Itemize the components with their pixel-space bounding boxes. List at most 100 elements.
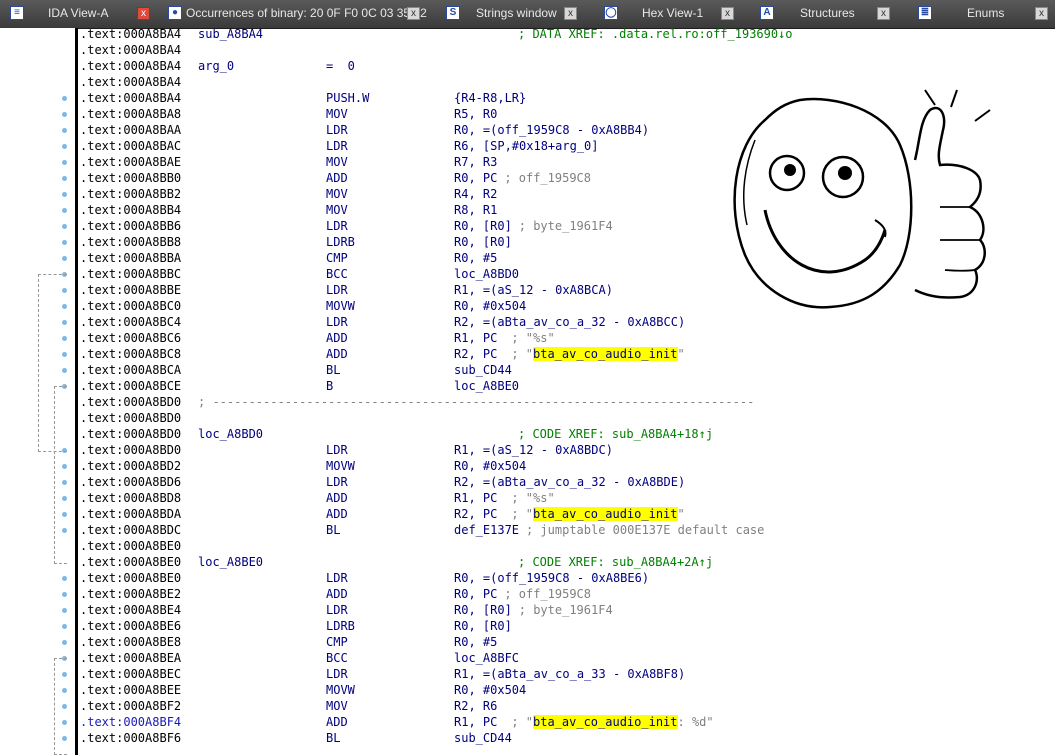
disasm-line[interactable]: .text:000A8BD0 [80, 410, 1040, 426]
disasm-line[interactable]: .text:000A8BC4 LDR R2, =(aBta_av_co_a_32 -… [80, 314, 1040, 330]
address: .text:000A8BA4 [80, 91, 182, 105]
breakpoint-dot[interactable] [62, 640, 67, 645]
disasm-line[interactable]: .text:000A8BC6 ADD R1, PC; "%s" [80, 330, 1040, 346]
highlighted-string: bta_av_co_audio_init [533, 715, 678, 729]
disasm-line[interactable]: .text:000A8BD8 ADD R1, PC; "%s" [80, 490, 1040, 506]
close-icon[interactable]: x [564, 7, 577, 20]
disasm-line[interactable]: .text:000A8BCA BL sub_CD44 [80, 362, 1040, 378]
hex-view-icon: ◯ [604, 6, 618, 20]
breakpoint-dot[interactable] [62, 576, 67, 581]
disasm-line[interactable]: .text:000A8BF6 BL sub_CD44 [80, 730, 1040, 746]
tab-hex-view-1[interactable]: ◯ Hex View-1 x [604, 3, 738, 25]
operands: sub_CD44 [454, 363, 512, 377]
disasm-line[interactable]: .text:000A8BE0 [80, 538, 1040, 554]
tab-label: Enums [967, 6, 1005, 20]
address: .text:000A8BE6 [80, 619, 182, 633]
disasm-line[interactable]: .text:000A8BDC BL def_E137E ; jumptable 000… [80, 522, 1040, 538]
comment-prefix: ; [511, 715, 526, 729]
disasm-line[interactable]: .text:000A8BD0 loc_A8BD0 ; CODE XREF: sub_… [80, 426, 1040, 442]
disasm-line[interactable]: .text:000A8BF4 ADD R1, PC; "bta_av_co_audi… [80, 714, 1040, 730]
disasm-line[interactable]: .text:000A8BE0 loc_A8BE0 ; CODE XREF: sub_… [80, 554, 1040, 570]
breakpoint-dot[interactable] [62, 256, 67, 261]
operands: R0, =(off_1959C8 - 0xA8BB4) [454, 123, 650, 137]
string-comment: ; "bta_av_co_audio_init: %d" [511, 714, 714, 730]
address: .text:000A8BC4 [80, 315, 182, 329]
address: .text:000A8BC6 [80, 331, 182, 345]
address: .text:000A8BCE [80, 379, 182, 393]
close-icon[interactable]: x [877, 7, 890, 20]
address: .text:000A8BD0 [80, 427, 182, 441]
mnemonic: ADD [326, 587, 348, 601]
auto-comment: ; byte_1961F4 [518, 219, 613, 233]
breakpoint-dot[interactable] [62, 224, 67, 229]
mnemonic: PUSH.W [326, 91, 370, 105]
disasm-line[interactable]: .text:000A8BD0 ; ------------------------… [80, 394, 1040, 410]
operands: R2, R6 [454, 699, 498, 713]
disasm-line[interactable]: .text:000A8BE0 LDR R0, =(off_1959C8 - 0xA8… [80, 570, 1040, 586]
mnemonic: BL [326, 523, 341, 537]
disasm-line[interactable]: .text:000A8BA4 sub_A8BA4 ; DATA XREF: .dat… [80, 26, 1040, 42]
tab-structures[interactable]: A Structures x [760, 3, 894, 25]
disasm-line[interactable]: .text:000A8BCE Bloc_A8BE0 [80, 378, 1040, 394]
disasm-line[interactable]: .text:000A8BD0 LDR R1, =(aS_12 - 0xA8BDC) [80, 442, 1040, 458]
operands: R1, =(aS_12 - 0xA8BDC) [454, 443, 613, 457]
disasm-line[interactable]: .text:000A8BD2 MOVW R0, #0x504 [80, 458, 1040, 474]
tab-label: Structures [800, 6, 855, 20]
disasm-line[interactable]: .text:000A8BEE MOVW R0, #0x504 [80, 682, 1040, 698]
breakpoint-dot[interactable] [62, 240, 67, 245]
breakpoint-dot[interactable] [62, 624, 67, 629]
operands: R0, #0x504 [454, 299, 527, 313]
disasm-line[interactable]: .text:000A8BD6 LDR R2, =(aBta_av_co_a_32 -… [80, 474, 1040, 490]
disasm-line[interactable]: .text:000A8BF2 MOV R2, R6 [80, 698, 1040, 714]
breakpoint-dot[interactable] [62, 608, 67, 613]
operands: R0, [R0] [454, 235, 512, 249]
operands: R1, PC [454, 715, 498, 729]
mnemonic: LDR [326, 219, 348, 233]
disasm-line[interactable]: .text:000A8BDA ADD R2, PC; "bta_av_co_audi… [80, 506, 1040, 522]
close-icon[interactable]: x [137, 7, 150, 20]
address: .text:000A8BBC [80, 267, 182, 281]
disasm-line[interactable]: .text:000A8BEA BCC loc_A8BFC [80, 650, 1040, 666]
comment-prefix: ; [511, 491, 526, 505]
mnemonic: B [326, 379, 334, 393]
disasm-line[interactable]: .text:000A8BA4 arg_0 = 0 [80, 58, 1040, 74]
disasm-line[interactable]: .text:000A8BA4 [80, 42, 1040, 58]
operands: R0, #5 [454, 251, 498, 265]
disasm-line[interactable]: .text:000A8BE2 ADD R0, PC ; off_1959C8 [80, 586, 1040, 602]
mnemonic: LDR [326, 443, 348, 457]
auto-comment: ; off_1959C8 [504, 171, 592, 185]
tab-label: Occurrences of binary: 20 0F F0 0C 03 35… [186, 6, 427, 20]
branch-arrow [54, 386, 67, 564]
disasm-line[interactable]: .text:000A8BE8 CMP R0, #5 [80, 634, 1040, 650]
mnemonic: LDRB [326, 619, 355, 633]
disasm-line[interactable]: .text:000A8BE6 LDRB R0, [R0] [80, 618, 1040, 634]
disasm-line[interactable]: .text:000A8BC8 ADD R2, PC; "bta_av_co_audi… [80, 346, 1040, 362]
breakpoint-dot[interactable] [62, 208, 67, 213]
breakpoint-dot[interactable] [62, 144, 67, 149]
address: .text:000A8BF2 [80, 699, 182, 713]
tab-strings-window[interactable]: S Strings window x [446, 3, 580, 25]
breakpoint-dot[interactable] [62, 96, 67, 101]
breakpoint-dot[interactable] [62, 592, 67, 597]
breakpoint-dot[interactable] [62, 160, 67, 165]
disasm-line[interactable]: .text:000A8BEC LDR R1, =(aBta_av_co_a_33 -… [80, 666, 1040, 682]
breakpoint-dot[interactable] [62, 128, 67, 133]
close-icon[interactable]: x [1035, 7, 1048, 20]
address: .text:000A8BB8 [80, 235, 182, 249]
quote-open: " [525, 347, 533, 361]
tab-ida-view-a[interactable]: ≡ IDA View-A x [10, 3, 152, 25]
breakpoint-dot[interactable] [62, 192, 67, 197]
comment-prefix: ; [511, 507, 526, 521]
disasm-line[interactable]: .text:000A8BE4 LDR R0, [R0] ; byte_1961F4 [80, 602, 1040, 618]
address: .text:000A8BB0 [80, 171, 182, 185]
tab-occurrences-of-binary-20-0f-f0-0c-03-35-02[interactable]: ● Occurrences of binary: 20 0F F0 0C 03 3… [168, 3, 427, 25]
close-icon[interactable]: x [721, 7, 734, 20]
breakpoint-dot[interactable] [62, 112, 67, 117]
mnemonic: LDR [326, 315, 348, 329]
close-icon[interactable]: x [407, 7, 420, 20]
address: .text:000A8BD0 [80, 411, 182, 425]
tab-enums[interactable]: ≣ Enums x [918, 3, 1052, 25]
breakpoint-dot[interactable] [62, 176, 67, 181]
mnemonic: MOV [326, 155, 348, 169]
operands: R1, PC [454, 331, 498, 345]
